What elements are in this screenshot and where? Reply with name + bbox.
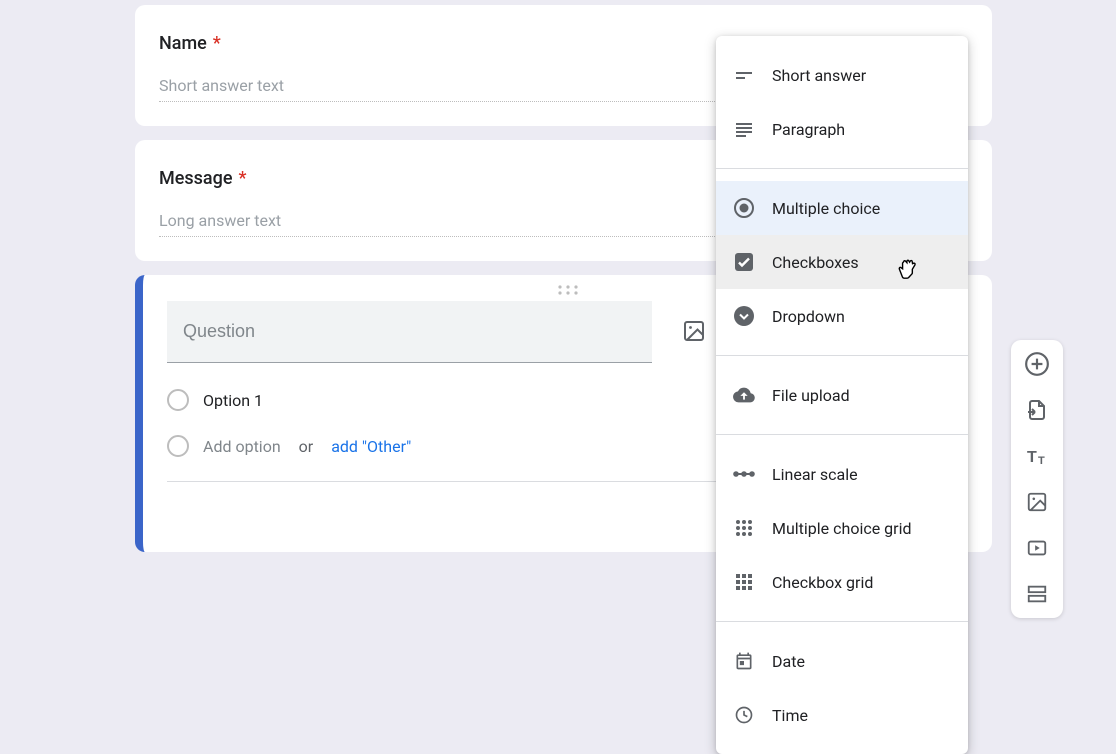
menu-separator <box>716 621 968 622</box>
short-answer-placeholder[interactable]: Short answer text <box>159 76 759 102</box>
menu-item-label: File upload <box>772 386 850 405</box>
dropdown-icon <box>732 304 756 328</box>
add-option-text[interactable]: Add option <box>203 437 281 456</box>
menu-item-paragraph[interactable]: Paragraph <box>716 102 968 156</box>
square-grid-icon <box>732 570 756 594</box>
menu-item-mc-grid[interactable]: Multiple choice grid <box>716 501 968 555</box>
menu-item-label: Dropdown <box>772 307 845 326</box>
menu-item-label: Multiple choice <box>772 199 880 218</box>
add-video-button[interactable] <box>1023 534 1051 562</box>
question-input[interactable] <box>167 301 652 363</box>
menu-item-label: Paragraph <box>772 120 845 139</box>
svg-text:T: T <box>1027 449 1037 466</box>
menu-separator <box>716 168 968 169</box>
menu-item-multiple-choice[interactable]: Multiple choice <box>716 181 968 235</box>
menu-item-date[interactable]: Date <box>716 634 968 688</box>
menu-item-dropdown[interactable]: Dropdown <box>716 289 968 343</box>
import-questions-button[interactable] <box>1023 396 1051 424</box>
add-other-link[interactable]: add "Other" <box>331 437 411 456</box>
radio-button-icon <box>732 196 756 220</box>
menu-item-label: Multiple choice grid <box>772 519 911 538</box>
question-title-text: Name <box>159 33 207 54</box>
long-answer-placeholder[interactable]: Long answer text <box>159 211 759 237</box>
radio-icon <box>167 435 189 457</box>
add-image-sidebar-button[interactable] <box>1023 488 1051 516</box>
required-asterisk: * <box>213 33 221 54</box>
question-type-menu: Short answer Paragraph Multiple choice C… <box>716 36 968 754</box>
menu-item-cb-grid[interactable]: Checkbox grid <box>716 555 968 609</box>
option-label: Option 1 <box>203 391 263 410</box>
menu-separator <box>716 434 968 435</box>
menu-item-label: Linear scale <box>772 465 858 484</box>
menu-item-label: Checkbox grid <box>772 573 873 592</box>
menu-item-label: Short answer <box>772 66 866 85</box>
menu-item-file-upload[interactable]: File upload <box>716 368 968 422</box>
menu-item-linear-scale[interactable]: Linear scale <box>716 447 968 501</box>
menu-item-short-answer[interactable]: Short answer <box>716 48 968 102</box>
menu-item-label: Checkboxes <box>772 253 859 272</box>
required-asterisk: * <box>238 168 246 189</box>
add-question-button[interactable] <box>1023 350 1051 378</box>
menu-separator <box>716 355 968 356</box>
menu-item-label: Date <box>772 652 805 671</box>
clock-icon <box>732 703 756 727</box>
add-section-button[interactable] <box>1023 580 1051 608</box>
svg-text:T: T <box>1038 455 1045 467</box>
linear-scale-icon <box>732 462 756 486</box>
question-title-text: Message <box>159 168 232 189</box>
dot-grid-icon <box>732 516 756 540</box>
or-text: or <box>299 437 314 456</box>
paragraph-icon <box>732 117 756 141</box>
calendar-icon <box>732 649 756 673</box>
radio-icon <box>167 389 189 411</box>
add-image-button[interactable] <box>674 311 714 351</box>
menu-item-time[interactable]: Time <box>716 688 968 742</box>
question-toolbar: TT <box>1011 340 1063 618</box>
cloud-upload-icon <box>732 383 756 407</box>
checkbox-icon <box>732 250 756 274</box>
menu-item-checkboxes[interactable]: Checkboxes <box>716 235 968 289</box>
short-answer-icon <box>732 63 756 87</box>
add-title-button[interactable]: TT <box>1023 442 1051 470</box>
